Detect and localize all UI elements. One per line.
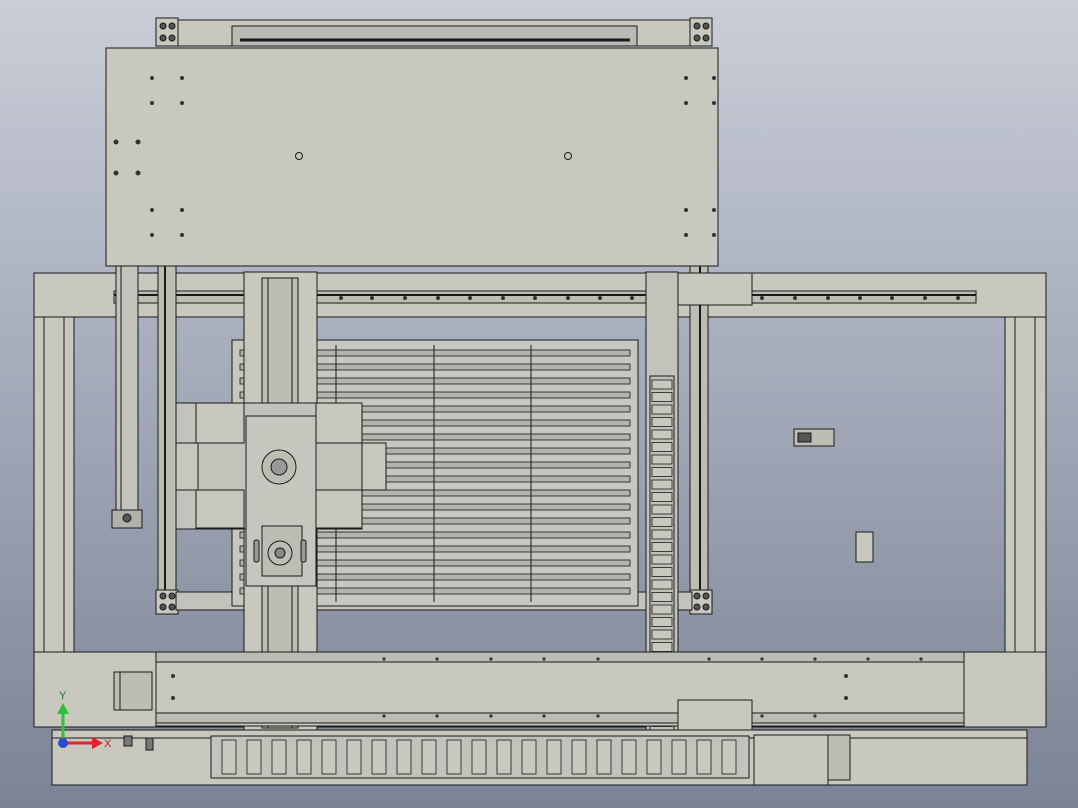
chain-link [221, 739, 237, 775]
top-plate[interactable] [105, 47, 719, 267]
chain-link [521, 739, 537, 775]
chain-link [651, 429, 673, 440]
chain-link [651, 642, 673, 652]
chain-link [271, 739, 287, 775]
y-axis-label: Y [59, 690, 67, 702]
chain-link [651, 629, 673, 640]
chain-link [651, 567, 673, 577]
chain-link [621, 739, 637, 775]
chain-link [651, 617, 673, 627]
chain-link [696, 739, 712, 775]
connector-1 [123, 735, 133, 747]
rear-cover-strip [231, 25, 638, 47]
chain-link [346, 739, 362, 775]
chain-link [651, 454, 673, 465]
chain-link [646, 739, 662, 775]
chain-link [651, 379, 673, 390]
carriage-block-ml[interactable] [175, 442, 199, 491]
chain-link [321, 739, 337, 775]
chain-link [421, 739, 437, 775]
chain-link [396, 739, 412, 775]
chain-link [651, 479, 673, 490]
chain-link [651, 404, 673, 415]
chain-link [671, 739, 687, 775]
chain-link [596, 739, 612, 775]
chain-link [371, 739, 387, 775]
chain-link [651, 467, 673, 477]
chain-link [651, 604, 673, 615]
chain-link [651, 517, 673, 527]
chain-link [651, 492, 673, 502]
x-chain-bracket[interactable] [753, 734, 829, 786]
chain-link [651, 392, 673, 402]
cad-3d-viewport[interactable]: Y X [0, 0, 1078, 808]
carriage-block-br[interactable] [315, 489, 363, 529]
carriage-block-tr[interactable] [315, 402, 363, 444]
left-column[interactable] [33, 316, 75, 653]
spindle-bearing-upper-inner [270, 458, 288, 476]
chain-link [651, 504, 673, 515]
chain-link [651, 579, 673, 590]
y-chain-head[interactable] [677, 272, 753, 306]
carriage-block-bl[interactable] [195, 489, 245, 529]
x-axis-label: X [104, 738, 112, 750]
chain-link [471, 739, 487, 775]
connector-2 [145, 737, 154, 751]
chain-link [721, 739, 737, 775]
x-linear-rail[interactable] [113, 290, 977, 304]
corner-bracket-bottom-right [689, 589, 713, 615]
chain-link [651, 442, 673, 452]
chain-link [571, 739, 587, 775]
carriage-block-mr[interactable] [361, 442, 387, 491]
chain-link [651, 542, 673, 552]
chain-link [446, 739, 462, 775]
chain-link [546, 739, 562, 775]
chain-link [651, 592, 673, 602]
chain-link [651, 417, 673, 427]
carriage-slot-left [253, 539, 260, 563]
right-column[interactable] [1004, 316, 1047, 653]
spindle-bearing-lower-inner [274, 547, 286, 559]
chain-link [246, 739, 262, 775]
chain-link [651, 529, 673, 540]
corner-bracket-top-left [155, 17, 179, 47]
corner-bracket-bottom-left [155, 589, 179, 615]
corner-bracket-top-right [689, 17, 713, 47]
carriage-block-tl[interactable] [195, 402, 245, 444]
sensor-clip-slot [797, 432, 812, 443]
x-chain-bracket-side [827, 734, 851, 781]
chain-link [496, 739, 512, 775]
x-gantry-beam-bottom-strip [155, 712, 965, 724]
x-cable-chain-links [221, 739, 737, 775]
x-gantry-endblock[interactable] [677, 699, 753, 733]
y-rail-left[interactable] [157, 265, 177, 609]
origin-icon [58, 738, 68, 748]
carriage-slot-right [300, 539, 307, 563]
cylinder-end-hole [122, 513, 132, 523]
x-gantry-beam-top-strip [155, 651, 965, 663]
chain-link [296, 739, 312, 775]
chain-link [651, 554, 673, 565]
pneumatic-cylinder[interactable] [115, 265, 139, 515]
limit-block[interactable] [855, 531, 874, 563]
